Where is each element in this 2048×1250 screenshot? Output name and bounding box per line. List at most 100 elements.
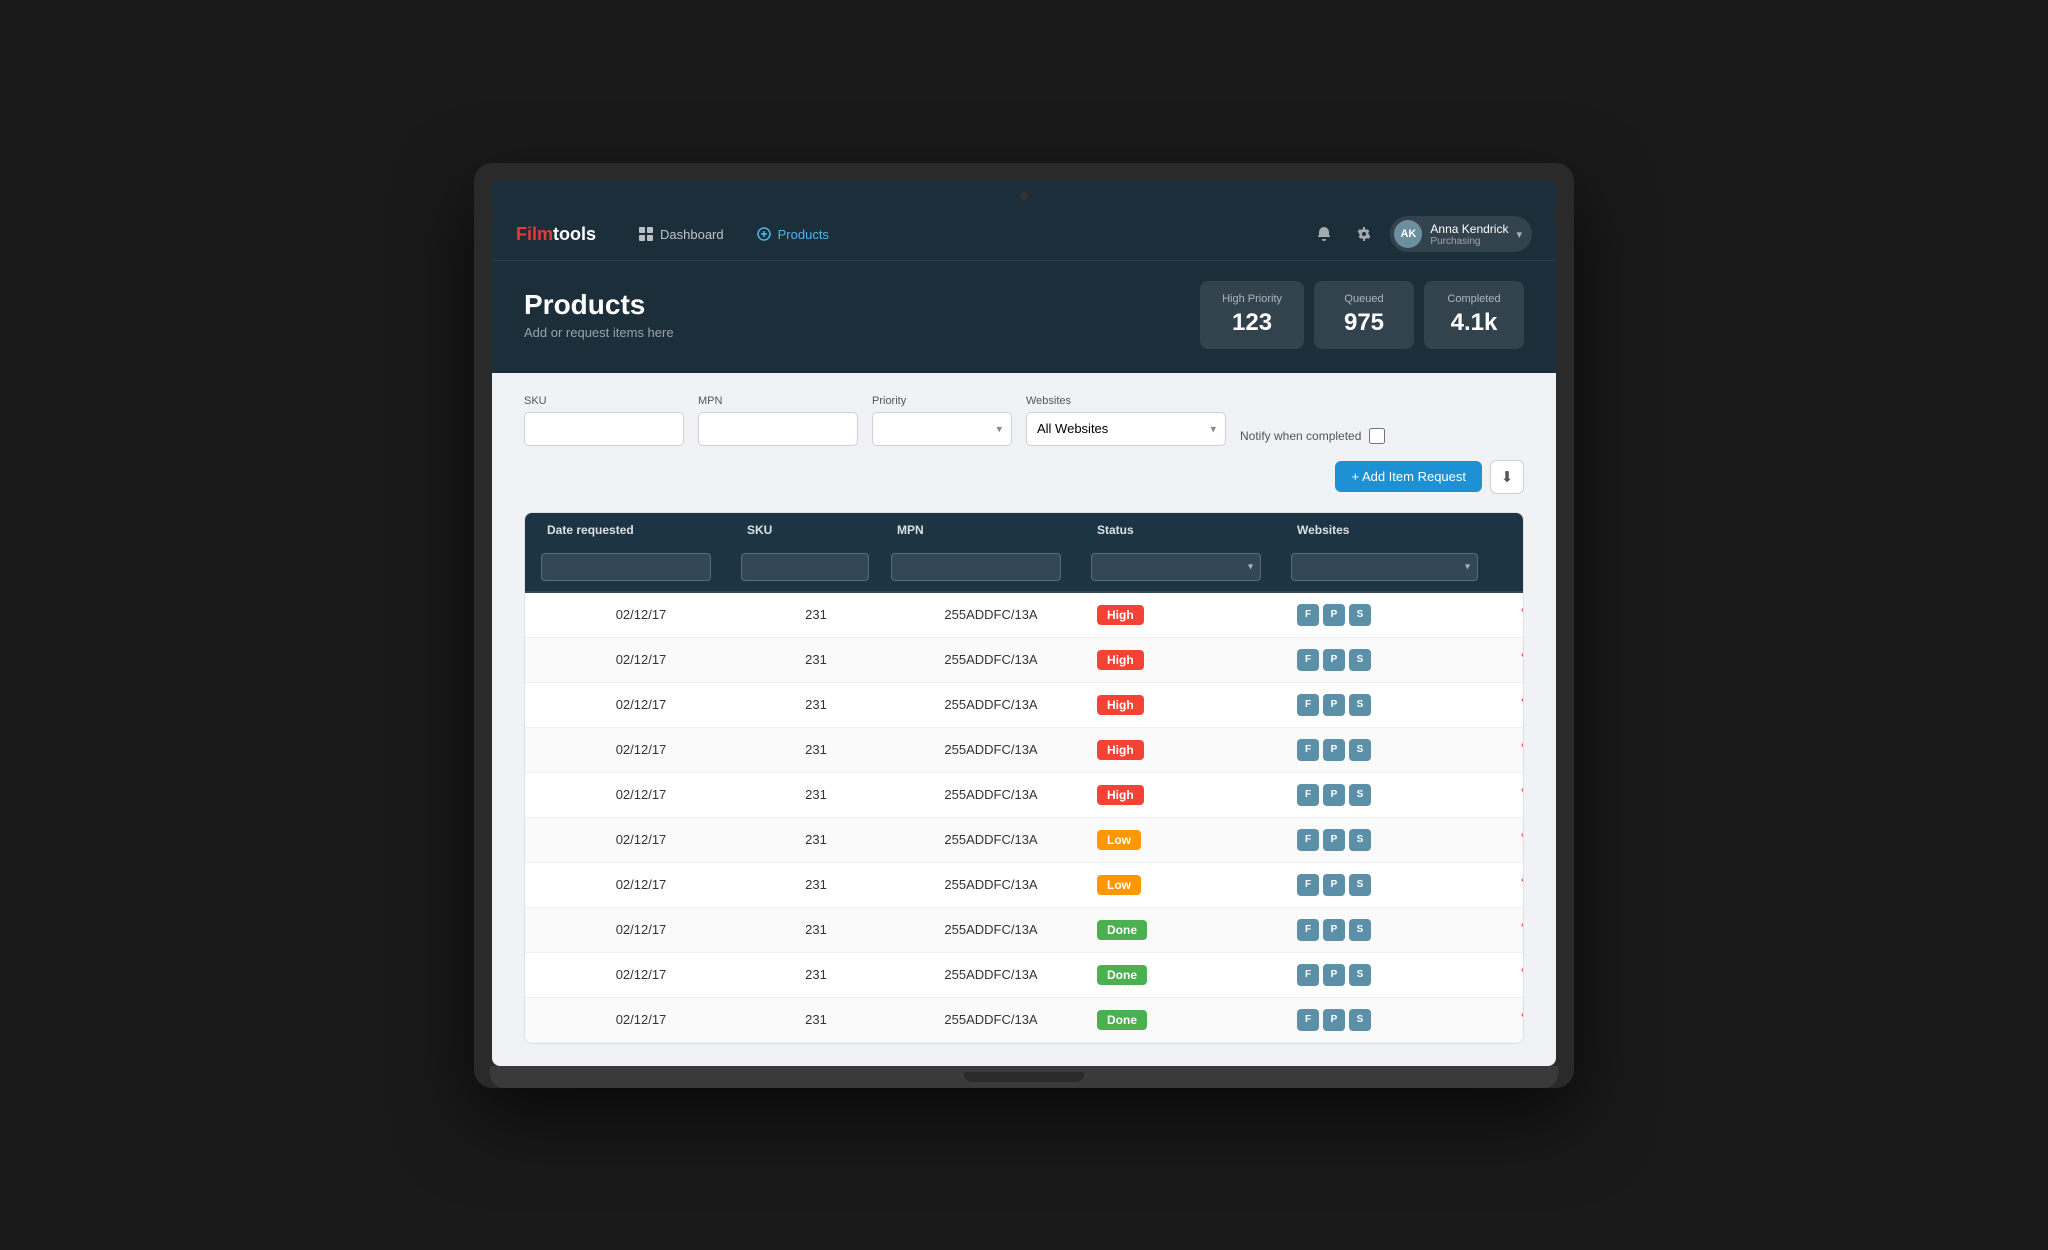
notification-icon-btn[interactable] (1310, 220, 1338, 248)
cell-status: High (1091, 650, 1291, 670)
cell-mpn: 255ADDFC/13A (891, 877, 1091, 892)
mpn-label: MPN (698, 395, 858, 407)
websites-select[interactable]: All Websites Website F Website P Website… (1026, 412, 1226, 446)
products-icon (756, 226, 772, 242)
website-badge-s: S (1349, 649, 1371, 671)
website-badge-s: S (1349, 1009, 1371, 1031)
mpn-input[interactable] (698, 412, 858, 446)
edit-button[interactable]: ✏️ (1517, 828, 1524, 852)
edit-button[interactable]: ✏️ (1517, 963, 1524, 987)
cell-sku: 231 (741, 607, 891, 622)
sku-input[interactable] (524, 412, 684, 446)
status-badge: Done (1097, 965, 1147, 985)
status-badge: High (1097, 695, 1144, 715)
website-badge-f: F (1297, 694, 1319, 716)
cell-date: 02/12/17 (541, 877, 741, 892)
bell-icon (1316, 226, 1332, 242)
table-row: 02/12/17 231 255ADDFC/13A High FPS ✏️ 🔗 … (525, 773, 1523, 818)
edit-button[interactable]: ✏️ (1517, 873, 1524, 897)
stat-high-priority: High Priority 123 (1200, 281, 1304, 349)
table-filter-row: High Low Done ▾ All (525, 547, 1523, 593)
col-websites: Websites (1291, 523, 1511, 537)
priority-label: Priority (872, 395, 1012, 407)
table-row: 02/12/17 231 255ADDFC/13A High FPS ✏️ 🔗 … (525, 683, 1523, 728)
table-row: 02/12/17 231 255ADDFC/13A High FPS ✏️ 🔗 … (525, 638, 1523, 683)
stat-completed-value: 4.1k (1446, 309, 1502, 337)
cell-status: Done (1091, 1010, 1291, 1030)
cell-websites: FPS (1291, 919, 1511, 941)
edit-button[interactable]: ✏️ (1517, 648, 1524, 672)
websites-filter-group: Websites All Websites Website F Website … (1026, 395, 1226, 446)
websites-table-filter-select[interactable]: All (1291, 553, 1478, 581)
edit-button[interactable]: ✏️ (1517, 918, 1524, 942)
website-badge-f: F (1297, 874, 1319, 896)
website-badge-f: F (1297, 604, 1319, 626)
table-row: 02/12/17 231 255ADDFC/13A Done FPS ✏️ 🔗 … (525, 998, 1523, 1043)
cell-mpn: 255ADDFC/13A (891, 922, 1091, 937)
cell-mpn: 255ADDFC/13A (891, 832, 1091, 847)
sku-filter-group: SKU (524, 395, 684, 446)
website-badge-p: P (1323, 1009, 1345, 1031)
priority-select[interactable]: High Low (872, 412, 1012, 446)
cell-date: 02/12/17 (541, 967, 741, 982)
settings-icon-btn[interactable] (1350, 220, 1378, 248)
website-badge-s: S (1349, 874, 1371, 896)
cell-status: High (1091, 785, 1291, 805)
logo-text: tools (553, 224, 596, 244)
filters-row: SKU MPN Priority High Low (524, 395, 1524, 494)
cell-actions: ✏️ 🔗 ✔ (1511, 648, 1524, 672)
stat-completed-label: Completed (1446, 293, 1502, 305)
table-row: 02/12/17 231 255ADDFC/13A Done FPS ✏️ 🔗 … (525, 953, 1523, 998)
cell-status: High (1091, 740, 1291, 760)
status-filter-select[interactable]: High Low Done (1091, 553, 1261, 581)
col-status: Status (1091, 523, 1291, 537)
cell-sku: 231 (741, 652, 891, 667)
status-badge: Low (1097, 830, 1141, 850)
status-badge: High (1097, 785, 1144, 805)
website-badge-f: F (1297, 1009, 1319, 1031)
status-badge: Done (1097, 920, 1147, 940)
cell-date: 02/12/17 (541, 922, 741, 937)
cell-sku: 231 (741, 832, 891, 847)
cell-websites: FPS (1291, 964, 1511, 986)
notify-checkbox[interactable] (1369, 428, 1385, 444)
cell-status: Done (1091, 920, 1291, 940)
website-badge-p: P (1323, 829, 1345, 851)
cell-websites: FPS (1291, 649, 1511, 671)
cell-websites: FPS (1291, 829, 1511, 851)
avatar: AK (1394, 220, 1422, 248)
cell-mpn: 255ADDFC/13A (891, 742, 1091, 757)
sku-table-filter-input[interactable] (741, 553, 869, 581)
website-badge-s: S (1349, 604, 1371, 626)
edit-button[interactable]: ✏️ (1517, 783, 1524, 807)
cell-status: High (1091, 605, 1291, 625)
nav-dashboard-label: Dashboard (660, 227, 724, 242)
user-badge[interactable]: AK Anna Kendrick Purchasing ▾ (1390, 216, 1532, 252)
cell-date: 02/12/17 (541, 832, 741, 847)
edit-button[interactable]: ✏️ (1517, 693, 1524, 717)
website-badge-p: P (1323, 874, 1345, 896)
website-badge-p: P (1323, 919, 1345, 941)
status-badge: High (1097, 605, 1144, 625)
table-row: 02/12/17 231 255ADDFC/13A High FPS ✏️ 🔗 … (525, 728, 1523, 773)
website-badge-f: F (1297, 784, 1319, 806)
nav-item-dashboard[interactable]: Dashboard (624, 220, 738, 248)
nav-right: AK Anna Kendrick Purchasing ▾ (1310, 216, 1532, 252)
date-filter-input[interactable] (541, 553, 711, 581)
add-item-request-button[interactable]: + Add Item Request (1335, 461, 1482, 492)
col-date: Date requested (541, 523, 741, 537)
website-badge-s: S (1349, 784, 1371, 806)
cell-mpn: 255ADDFC/13A (891, 787, 1091, 802)
cell-status: Low (1091, 830, 1291, 850)
cell-mpn: 255ADDFC/13A (891, 697, 1091, 712)
edit-button[interactable]: ✏️ (1517, 603, 1524, 627)
nav-item-products[interactable]: Products (742, 220, 843, 248)
navbar: Filmtools Dashboard Products (492, 209, 1556, 261)
edit-button[interactable]: ✏️ (1517, 1008, 1524, 1032)
cell-actions: ✏️ 🔗 ✔ (1511, 873, 1524, 897)
mpn-table-filter-input[interactable] (891, 553, 1061, 581)
download-button[interactable]: ⬇ (1490, 460, 1524, 494)
cell-status: Low (1091, 875, 1291, 895)
edit-button[interactable]: ✏️ (1517, 738, 1524, 762)
cell-date: 02/12/17 (541, 1012, 741, 1027)
